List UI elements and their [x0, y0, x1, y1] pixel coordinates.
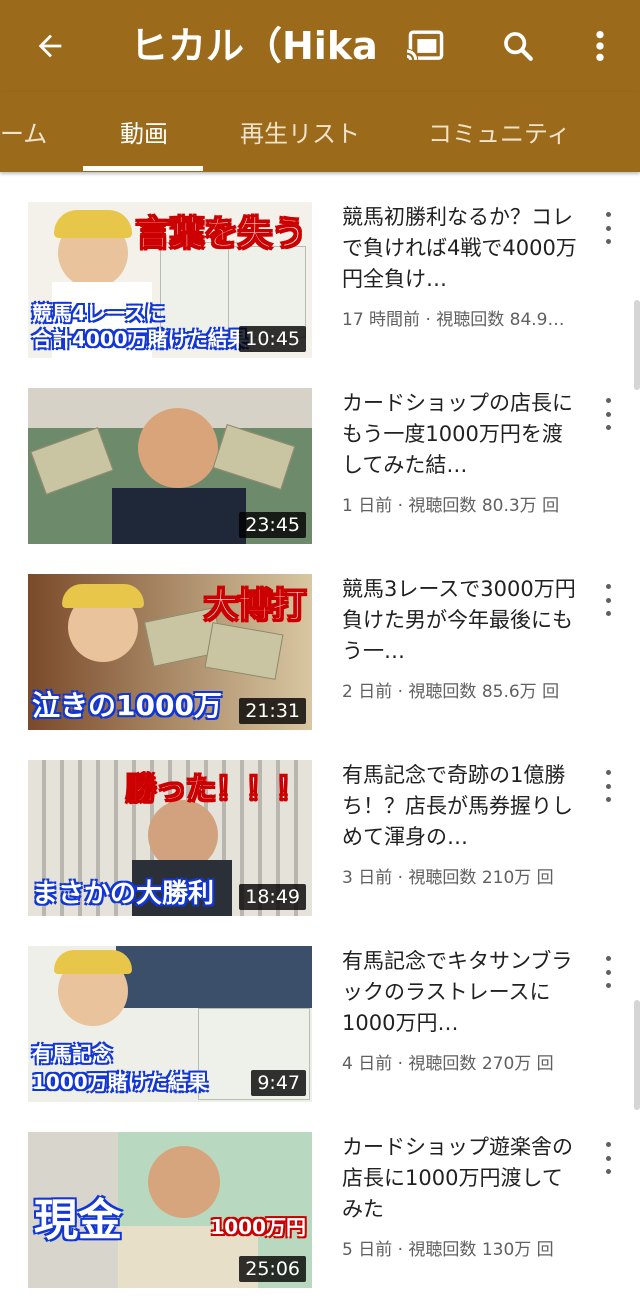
video-info: カードショップ遊楽舎の店長に1000万円渡してみた 5 日前 · 視聴回数 13… — [342, 1132, 582, 1260]
thumbnail-caption-bottom: 有馬記念 1000万賭けた結果 — [32, 1042, 208, 1094]
more-options-icon[interactable] — [596, 770, 620, 802]
more-options-icon[interactable] — [596, 956, 620, 988]
video-item[interactable]: 現金 1000万円 25:06 カードショップ遊楽舎の店長に1000万円渡してみ… — [0, 1102, 640, 1288]
video-duration: 21:31 — [239, 698, 306, 724]
video-info: 有馬記念でキタサンブラックのラストレースに1000万円… 4 日前 · 視聴回数… — [342, 946, 582, 1074]
video-meta: 4 日前 · 視聴回数 270万 回 — [342, 1054, 554, 1074]
video-item[interactable]: 23:45 カードショップの店長にもう一度1000万円を渡してみた結… 1 日前… — [0, 358, 640, 544]
thumbnail-caption-top: 勝った！！！ — [126, 772, 307, 808]
scrollbar[interactable] — [634, 300, 640, 390]
video-thumbnail[interactable]: 現金 1000万円 25:06 — [28, 1132, 312, 1288]
thumbnail-caption-top: 言葉を失う — [136, 214, 307, 255]
tab-home[interactable]: ーム — [0, 114, 47, 149]
search-icon[interactable] — [494, 22, 542, 70]
video-title[interactable]: 競馬3レースで3000万円負けた男が今年最後にもう一… — [342, 574, 582, 667]
more-options-icon[interactable] — [596, 584, 620, 616]
video-thumbnail[interactable]: 勝った！！！ まさかの大勝利 18:49 — [28, 760, 312, 916]
video-thumbnail[interactable]: 大博打 泣きの1000万 21:31 — [28, 574, 312, 730]
app-bar: ヒカル（Hika… — [0, 0, 640, 92]
video-thumbnail[interactable]: 23:45 — [28, 388, 312, 544]
thumbnail-caption-top: 大博打 — [204, 586, 307, 627]
video-item[interactable]: 勝った！！！ まさかの大勝利 18:49 有馬記念で奇跡の1億勝ち！？店長が馬券… — [0, 730, 640, 916]
video-meta: 1 日前 · 視聴回数 80.3万 回 — [342, 496, 560, 516]
video-info: 競馬初勝利なるか？コレで負ければ4戦で4000万円全負け… 17 時間前 · 視… — [342, 202, 582, 330]
video-title[interactable]: カードショップの店長にもう一度1000万円を渡してみた結… — [342, 388, 582, 481]
video-title[interactable]: 有馬記念でキタサンブラックのラストレースに1000万円… — [342, 946, 582, 1039]
more-options-icon[interactable] — [596, 398, 620, 430]
channel-tabs: ーム 動画 再生リスト コミュニティ — [0, 92, 640, 172]
video-title[interactable]: 競馬初勝利なるか？コレで負ければ4戦で4000万円全負け… — [342, 202, 582, 295]
video-info: 有馬記念で奇跡の1億勝ち！？店長が馬券握りしめて渾身の… 3 日前 · 視聴回数… — [342, 760, 582, 888]
thumbnail-caption-bottom: まさかの大勝利 — [32, 879, 215, 909]
video-duration: 25:06 — [239, 1256, 306, 1282]
more-vert-icon[interactable] — [576, 22, 624, 70]
thumbnail-caption-bottom: 泣きの1000万 — [32, 689, 222, 722]
video-thumbnail[interactable]: 言葉を失う 競馬4レースに 合計4000万賭けた結果 10:45 — [28, 202, 312, 358]
thumbnail-caption-amount: 1000万円 — [210, 1215, 306, 1239]
video-info: カードショップの店長にもう一度1000万円を渡してみた結… 1 日前 · 視聴回… — [342, 388, 582, 516]
tab-videos[interactable]: 動画 — [120, 114, 168, 149]
more-options-icon[interactable] — [596, 1142, 620, 1174]
scrollbar-lower — [634, 1000, 640, 1110]
more-options-icon[interactable] — [596, 212, 620, 244]
video-item[interactable]: 有馬記念 1000万賭けた結果 9:47 有馬記念でキタサンブラックのラストレー… — [0, 916, 640, 1102]
channel-title: ヒカル（Hika… — [130, 24, 380, 68]
tab-playlists[interactable]: 再生リスト — [240, 114, 360, 149]
video-meta: 5 日前 · 視聴回数 130万 回 — [342, 1240, 554, 1260]
video-title[interactable]: 有馬記念で奇跡の1億勝ち！？店長が馬券握りしめて渾身の… — [342, 760, 582, 853]
video-info: 競馬3レースで3000万円負けた男が今年最後にもう一… 2 日前 · 視聴回数 … — [342, 574, 582, 702]
video-duration: 18:49 — [239, 884, 306, 910]
video-item[interactable]: 大博打 泣きの1000万 21:31 競馬3レースで3000万円負けた男が今年最… — [0, 544, 640, 730]
thumbnail-caption-bottom: 現金 — [34, 1195, 122, 1246]
video-meta: 17 時間前 · 視聴回数 84.9… — [342, 310, 565, 330]
video-meta: 3 日前 · 視聴回数 210万 回 — [342, 868, 554, 888]
video-duration: 23:45 — [239, 512, 306, 538]
video-thumbnail[interactable]: 有馬記念 1000万賭けた結果 9:47 — [28, 946, 312, 1102]
video-item[interactable]: 言葉を失う 競馬4レースに 合計4000万賭けた結果 10:45 競馬初勝利なる… — [0, 172, 640, 358]
active-tab-indicator — [83, 166, 203, 171]
cast-icon[interactable] — [402, 22, 450, 70]
thumbnail-caption-bottom: 競馬4レースに 合計4000万賭けた結果 — [32, 301, 248, 351]
video-title[interactable]: カードショップ遊楽舎の店長に1000万円渡してみた — [342, 1132, 582, 1225]
video-meta: 2 日前 · 視聴回数 85.6万 回 — [342, 682, 560, 702]
tab-community[interactable]: コミュニティ — [428, 114, 571, 149]
video-duration: 10:45 — [239, 326, 306, 352]
back-arrow-icon[interactable] — [26, 22, 74, 70]
video-duration: 9:47 — [251, 1070, 306, 1096]
